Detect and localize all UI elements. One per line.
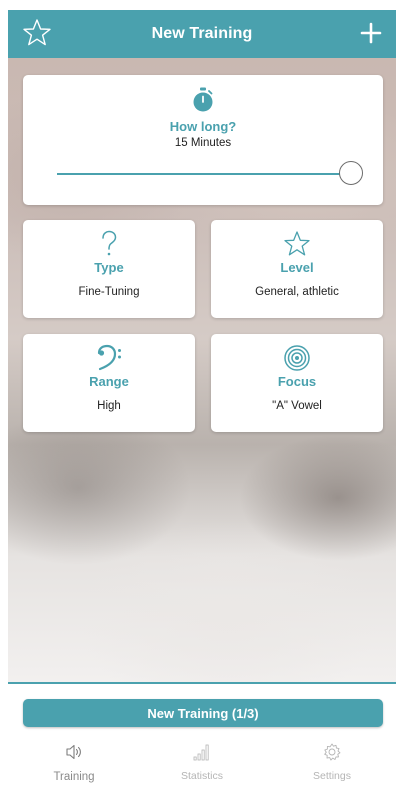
- gear-icon: [324, 743, 341, 761]
- duration-card: How long? 15 Minutes: [23, 75, 383, 205]
- bottom-navigation: Training Statistics Settings: [8, 742, 396, 786]
- add-button[interactable]: [358, 18, 384, 48]
- target-icon: [284, 345, 310, 371]
- star-outline-icon: [23, 19, 51, 46]
- nav-item-statistics[interactable]: Statistics: [152, 742, 252, 786]
- slider-track: [57, 173, 351, 175]
- focus-card[interactable]: Focus "A" Vowel: [211, 334, 383, 432]
- nav-item-training[interactable]: Training: [24, 742, 124, 786]
- range-label: Range: [89, 374, 129, 389]
- focus-value: "A" Vowel: [272, 400, 322, 412]
- level-card[interactable]: Level General, athletic: [211, 220, 383, 318]
- duration-label: How long?: [169, 119, 237, 134]
- star-outline-icon: [284, 231, 310, 256]
- nav-label-training: Training: [53, 771, 95, 783]
- top-app-bar: New Training: [8, 10, 396, 58]
- type-label: Type: [94, 260, 124, 275]
- favorite-button[interactable]: [22, 18, 52, 48]
- bar-chart-icon: [193, 744, 209, 761]
- nav-label-statistics: Statistics: [180, 770, 223, 782]
- question-mark-icon: [102, 230, 117, 256]
- bass-clef-icon: [97, 344, 121, 371]
- speaker-icon: [66, 744, 81, 760]
- stopwatch-icon: [193, 87, 213, 112]
- slider-thumb[interactable]: [339, 161, 363, 185]
- page-title: New Training: [151, 25, 253, 42]
- range-card[interactable]: Range High: [23, 334, 195, 432]
- type-card[interactable]: Type Fine-Tuning: [23, 220, 195, 318]
- duration-slider[interactable]: [57, 161, 363, 187]
- nav-label-settings: Settings: [313, 770, 351, 782]
- content-divider: [8, 682, 396, 684]
- type-value: Fine-Tuning: [78, 286, 140, 298]
- duration-value: 15 Minutes: [174, 137, 232, 149]
- focus-label: Focus: [277, 374, 317, 389]
- range-value: High: [97, 400, 121, 412]
- plus-icon: [360, 22, 382, 44]
- level-label: Level: [280, 260, 314, 275]
- nav-item-settings[interactable]: Settings: [282, 742, 382, 786]
- app-frame: New Training How long? 15 Minutes Type F…: [8, 10, 396, 786]
- level-value: General, athletic: [255, 286, 339, 298]
- new-training-button[interactable]: New Training (1/3): [23, 699, 383, 727]
